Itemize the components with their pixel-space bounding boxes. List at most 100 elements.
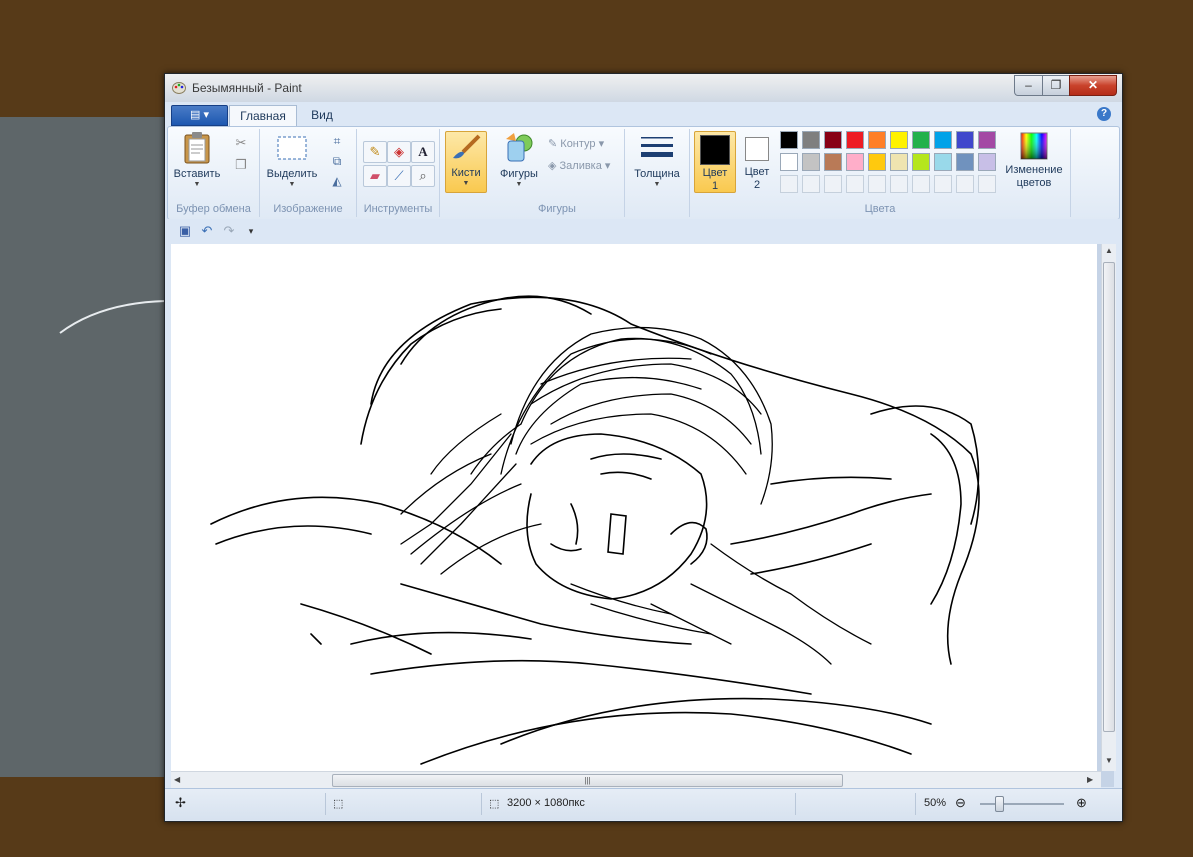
group-image: Выделить ▼ ⌗ ⧉ ◭ Изображение xyxy=(260,129,357,217)
color2-number: 2 xyxy=(753,179,761,191)
zoom-slider-track[interactable] xyxy=(980,803,1064,805)
color-swatch[interactable] xyxy=(802,131,820,149)
custom-color-slot[interactable] xyxy=(824,175,842,193)
custom-color-slot[interactable] xyxy=(912,175,930,193)
magnifier-icon[interactable]: ⌕ xyxy=(411,165,435,187)
color-swatch[interactable] xyxy=(780,153,798,171)
vertical-scrollbar[interactable]: ▲ ▼ xyxy=(1101,244,1116,771)
text-tool-icon[interactable]: A xyxy=(411,141,435,163)
color-swatch[interactable] xyxy=(890,153,908,171)
color-swatch[interactable] xyxy=(846,153,864,171)
customize-toolbar-icon[interactable]: ▾ xyxy=(243,224,259,238)
horizontal-scroll-thumb[interactable]: ||| xyxy=(332,774,843,787)
custom-color-slot[interactable] xyxy=(846,175,864,193)
color-swatch[interactable] xyxy=(934,153,952,171)
quick-access-toolbar: ▣ ↶ ↷ ▾ xyxy=(165,219,1122,243)
minimize-button[interactable]: – xyxy=(1014,75,1043,96)
tab-view[interactable]: Вид xyxy=(305,105,339,125)
custom-color-slot[interactable] xyxy=(868,175,886,193)
size-button[interactable]: Толщина ▼ xyxy=(631,131,683,189)
undo-icon[interactable]: ↶ xyxy=(199,224,215,238)
color-swatch[interactable] xyxy=(868,131,886,149)
zoom-in-icon[interactable]: ⊕ xyxy=(1076,795,1087,811)
sketch-drawing xyxy=(210,295,980,765)
color-spectrum-icon xyxy=(1020,132,1048,160)
color1-button[interactable]: Цвет 1 xyxy=(694,131,736,193)
pencil-icon[interactable]: ✎ xyxy=(363,141,387,163)
vertical-scroll-thumb[interactable] xyxy=(1103,262,1115,732)
horizontal-scrollbar[interactable]: ◀ ||| ▶ xyxy=(171,771,1101,788)
custom-color-slot[interactable] xyxy=(890,175,908,193)
color2-button[interactable]: Цвет 2 xyxy=(738,131,776,191)
color-swatch[interactable] xyxy=(956,153,974,171)
color-swatch[interactable] xyxy=(846,131,864,149)
redo-icon[interactable]: ↷ xyxy=(221,224,237,238)
fill-bucket-icon[interactable]: ◈ xyxy=(387,141,411,163)
image-size-icon: ⬚ xyxy=(489,798,500,810)
close-button[interactable]: ✕ xyxy=(1069,75,1117,96)
fill-icon: ◈ xyxy=(548,160,560,172)
zoom-slider-thumb[interactable] xyxy=(995,796,1004,812)
color-swatch[interactable] xyxy=(978,131,996,149)
color-swatch[interactable] xyxy=(934,131,952,149)
save-icon[interactable]: ▣ xyxy=(177,224,193,238)
custom-color-slot[interactable] xyxy=(956,175,974,193)
custom-color-slot[interactable] xyxy=(934,175,952,193)
color-swatch[interactable] xyxy=(978,153,996,171)
resize-icon[interactable]: ⧉ xyxy=(326,151,348,171)
clipboard-group-label: Буфер обмена xyxy=(176,203,251,215)
rotate-icon[interactable]: ◭ xyxy=(326,171,348,191)
drawing-canvas[interactable] xyxy=(171,244,1097,771)
color-swatch[interactable] xyxy=(824,153,842,171)
group-clipboard: Вставить ▼ ✂ ❐ Буфер обмена xyxy=(168,129,260,217)
color-swatch[interactable] xyxy=(912,153,930,171)
group-colors: Цвет 1 Цвет 2 Изменение цветов Цвета xyxy=(690,129,1071,217)
edit-colors-label-2: цветов xyxy=(1016,177,1052,189)
brushes-button[interactable]: Кисти ▼ xyxy=(445,131,487,193)
color-swatch[interactable] xyxy=(802,153,820,171)
status-divider xyxy=(325,793,326,815)
chevron-down-icon: ▼ xyxy=(288,181,296,188)
outline-icon: ✎ xyxy=(548,138,561,150)
color-palette xyxy=(780,131,1002,197)
color-swatch[interactable] xyxy=(868,153,886,171)
shapes-label: Фигуры xyxy=(500,168,538,180)
outline-label: Контур xyxy=(560,138,596,150)
app-menu-button[interactable]: ▤ ▾ xyxy=(171,105,228,126)
background-curve xyxy=(59,300,166,334)
color-swatch[interactable] xyxy=(780,131,798,149)
scroll-down-icon[interactable]: ▼ xyxy=(1105,756,1113,765)
outline-button[interactable]: ✎ Контур ▾ xyxy=(548,137,604,150)
edit-colors-label: Изменение xyxy=(1005,164,1063,176)
color-swatch[interactable] xyxy=(890,131,908,149)
custom-color-slot[interactable] xyxy=(780,175,798,193)
color-swatch[interactable] xyxy=(912,131,930,149)
paint-app-icon xyxy=(172,82,186,94)
scroll-up-icon[interactable]: ▲ xyxy=(1105,246,1113,255)
selection-rect-icon xyxy=(277,136,307,160)
status-divider xyxy=(795,793,796,815)
status-divider xyxy=(481,793,482,815)
fill-button[interactable]: ◈ Заливка ▾ xyxy=(548,159,610,172)
shapes-button[interactable]: Фигуры ▼ xyxy=(494,131,544,189)
custom-color-slot[interactable] xyxy=(802,175,820,193)
status-bar: ✢ ⬚ ⬚ 3200 × 1080пкс 50% ⊖ ⊕ xyxy=(165,788,1122,820)
paint-window: Безымянный - Paint – ❐ ✕ ▤ ▾ Главная Вид… xyxy=(164,73,1123,822)
help-icon[interactable]: ? xyxy=(1097,107,1111,121)
color-swatch[interactable] xyxy=(824,131,842,149)
eraser-icon[interactable]: ▰ xyxy=(363,165,387,187)
edit-colors-button[interactable]: Изменение цветов xyxy=(1002,131,1066,190)
crop-icon[interactable]: ⌗ xyxy=(326,131,348,151)
maximize-button[interactable]: ❐ xyxy=(1042,75,1070,96)
color-swatch[interactable] xyxy=(956,131,974,149)
scroll-right-icon[interactable]: ▶ xyxy=(1087,775,1093,784)
copy-icon[interactable]: ❐ xyxy=(230,155,252,175)
select-button[interactable]: Выделить ▼ xyxy=(264,131,320,189)
zoom-out-icon[interactable]: ⊖ xyxy=(955,795,966,811)
color-picker-icon[interactable]: ⟋ xyxy=(387,165,411,187)
paste-button[interactable]: Вставить ▼ xyxy=(172,131,222,189)
tab-home[interactable]: Главная xyxy=(229,105,297,126)
custom-color-slot[interactable] xyxy=(978,175,996,193)
cut-icon[interactable]: ✂ xyxy=(230,133,252,153)
scroll-left-icon[interactable]: ◀ xyxy=(174,775,180,784)
